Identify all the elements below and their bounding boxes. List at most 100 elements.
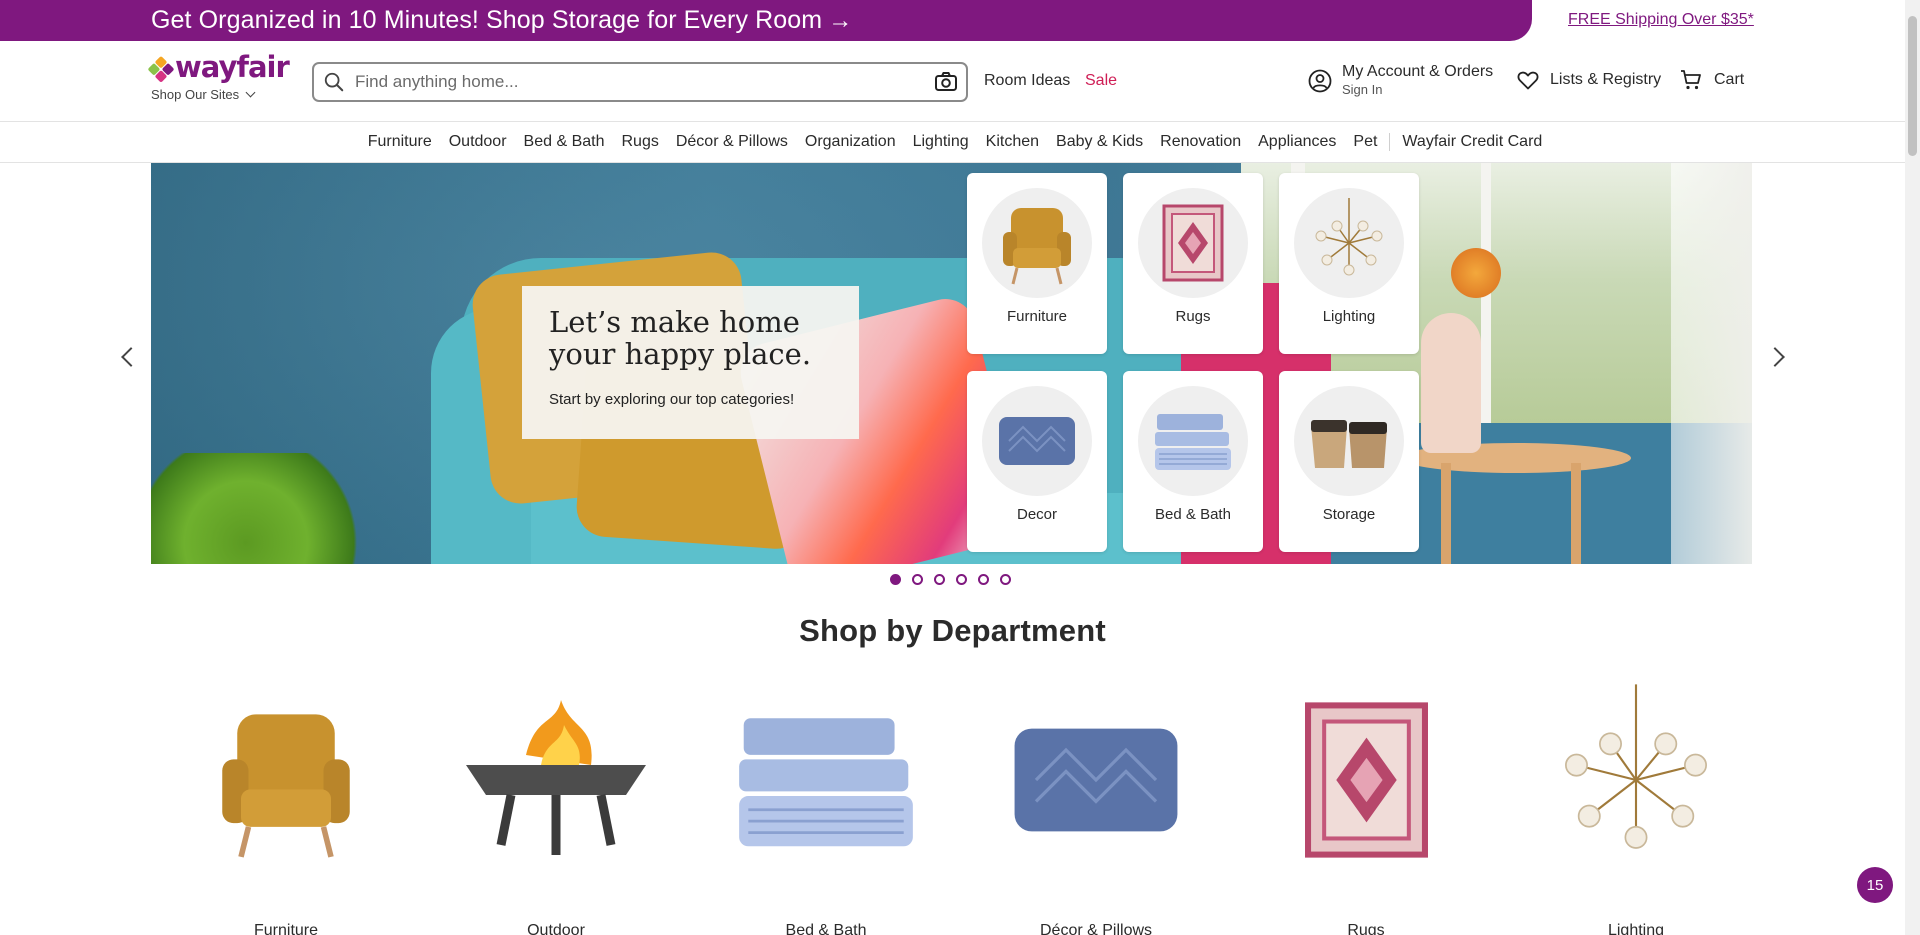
department-furniture[interactable]: Furniture [151, 670, 421, 935]
carousel-dot-6[interactable] [1000, 574, 1011, 585]
nav-divider [1389, 133, 1391, 151]
sign-in-label: Sign In [1342, 82, 1383, 97]
nav-item-appliances[interactable]: Appliances [1258, 133, 1336, 151]
nav-item-pet[interactable]: Pet [1353, 133, 1377, 151]
shop-our-sites-label: Shop Our Sites [151, 87, 240, 102]
curtain-image [1671, 163, 1752, 564]
rug-icon [1266, 680, 1466, 880]
cart-link[interactable]: Cart [1679, 68, 1744, 92]
search-input[interactable] [345, 65, 934, 99]
department-list: Furniture Outdoor Bed & Bath Décor & Pil… [151, 670, 1771, 935]
nav-item-kitchen[interactable]: Kitchen [986, 133, 1039, 151]
tile-label: Lighting [1322, 308, 1376, 325]
department-decor-pillows[interactable]: Décor & Pillows [961, 670, 1231, 935]
carousel-dot-3[interactable] [934, 574, 945, 585]
nav-item-decor-pillows[interactable]: Décor & Pillows [676, 133, 788, 151]
armchair-icon [982, 188, 1092, 298]
account-title: My Account & Orders [1342, 63, 1494, 80]
armchair-icon [186, 680, 386, 880]
hero-title: Let’s make home your happy place. [549, 305, 812, 371]
heart-icon [1517, 71, 1539, 90]
department-lighting[interactable]: Lighting [1501, 670, 1771, 935]
free-shipping-link[interactable]: FREE Shipping Over $35* [1568, 11, 1754, 29]
department-label: Rugs [1347, 922, 1385, 935]
tile-rugs[interactable]: Rugs [1123, 173, 1263, 354]
camera-icon[interactable] [934, 71, 958, 93]
account-menu[interactable]: My Account & Orders Sign In [1308, 63, 1493, 97]
nav-item-credit-card[interactable]: Wayfair Credit Card [1402, 133, 1542, 151]
carousel-next-icon[interactable] [1765, 347, 1785, 367]
tile-label: Furniture [1006, 308, 1068, 325]
department-rugs[interactable]: Rugs [1231, 670, 1501, 935]
chandelier-icon [1536, 680, 1736, 880]
department-bed-bath[interactable]: Bed & Bath [691, 670, 961, 935]
tile-storage[interactable]: Storage [1279, 371, 1419, 552]
carousel-prev-icon[interactable] [121, 347, 141, 367]
department-label: Bed & Bath [785, 922, 867, 935]
section-title: Shop by Department [799, 613, 1106, 648]
carousel-dot-2[interactable] [912, 574, 923, 585]
tile-bed-bath[interactable]: Bed & Bath [1123, 371, 1263, 552]
promo-text: Get Organized in 10 Minutes! Shop Storag… [151, 6, 823, 34]
tile-lighting[interactable]: Lighting [1279, 173, 1419, 354]
nav-item-lighting[interactable]: Lighting [913, 133, 969, 151]
table-leg [1441, 463, 1451, 564]
pillow-icon [996, 680, 1196, 880]
carousel-dot-5[interactable] [978, 574, 989, 585]
plant-image [151, 453, 371, 564]
chevron-down-icon [245, 87, 256, 98]
promo-link[interactable]: Get Organized in 10 Minutes! Shop Storag… [151, 6, 852, 35]
nav-item-baby-kids[interactable]: Baby & Kids [1056, 133, 1143, 151]
hero-carousel: Let’s make home your happy place. Start … [151, 163, 1752, 564]
sale-link[interactable]: Sale [1085, 72, 1117, 90]
fire-pit-icon [456, 680, 656, 880]
department-label: Outdoor [527, 922, 585, 935]
department-label: Lighting [1607, 922, 1665, 935]
nav-item-rugs[interactable]: Rugs [621, 133, 658, 151]
nav-item-renovation[interactable]: Renovation [1160, 133, 1241, 151]
page-scrollbar[interactable] [1905, 0, 1920, 935]
basket-icon [1294, 386, 1404, 496]
tile-label: Rugs [1175, 308, 1211, 325]
tile-label: Bed & Bath [1155, 506, 1231, 523]
category-nav: Furniture Outdoor Bed & Bath Rugs Décor … [0, 122, 1905, 163]
table-leg [1571, 463, 1581, 564]
tile-label: Storage [1322, 506, 1376, 523]
hero-message-card: Let’s make home your happy place. Start … [522, 286, 859, 439]
lists-registry-label: Lists & Registry [1550, 71, 1662, 88]
department-label: Furniture [253, 922, 319, 935]
carousel-dots [890, 574, 1011, 585]
promo-bar: Get Organized in 10 Minutes! Shop Storag… [0, 0, 1920, 41]
shop-our-sites-dropdown[interactable]: Shop Our Sites [151, 87, 256, 102]
room-ideas-link[interactable]: Room Ideas [984, 72, 1070, 90]
tile-furniture[interactable]: Furniture [967, 173, 1107, 354]
notification-badge[interactable]: 15 [1857, 867, 1893, 903]
bedsheets-icon [1138, 386, 1248, 496]
bedsheets-icon [726, 680, 926, 880]
site-header: wayfair Shop Our Sites Room Ideas Sale M… [0, 41, 1905, 122]
tile-decor[interactable]: Decor [967, 371, 1107, 552]
carousel-dot-4[interactable] [956, 574, 967, 585]
rug-icon [1138, 188, 1248, 298]
carousel-dot-1[interactable] [890, 574, 901, 585]
cart-label: Cart [1714, 71, 1745, 88]
promo-banner[interactable]: Get Organized in 10 Minutes! Shop Storag… [0, 0, 1532, 41]
logo-text: wayfair [175, 50, 290, 84]
nav-item-organization[interactable]: Organization [805, 133, 896, 151]
department-label: Décor & Pillows [1039, 922, 1153, 935]
department-outdoor[interactable]: Outdoor [421, 670, 691, 935]
tile-label: Decor [1016, 506, 1057, 523]
arrow-right-icon: → [828, 7, 853, 34]
nav-item-furniture[interactable]: Furniture [368, 133, 432, 151]
nav-item-bed-bath[interactable]: Bed & Bath [524, 133, 605, 151]
scrollbar-thumb[interactable] [1908, 16, 1917, 156]
logo-mark-icon [147, 55, 175, 84]
pillow-icon [982, 386, 1092, 496]
search-icon[interactable] [323, 71, 345, 93]
vase-image [1421, 313, 1481, 453]
lists-registry-link[interactable]: Lists & Registry [1516, 68, 1661, 92]
cart-icon [1681, 70, 1701, 90]
user-icon [1308, 69, 1332, 93]
nav-item-outdoor[interactable]: Outdoor [449, 133, 507, 151]
wayfair-logo[interactable]: wayfair [147, 49, 290, 85]
